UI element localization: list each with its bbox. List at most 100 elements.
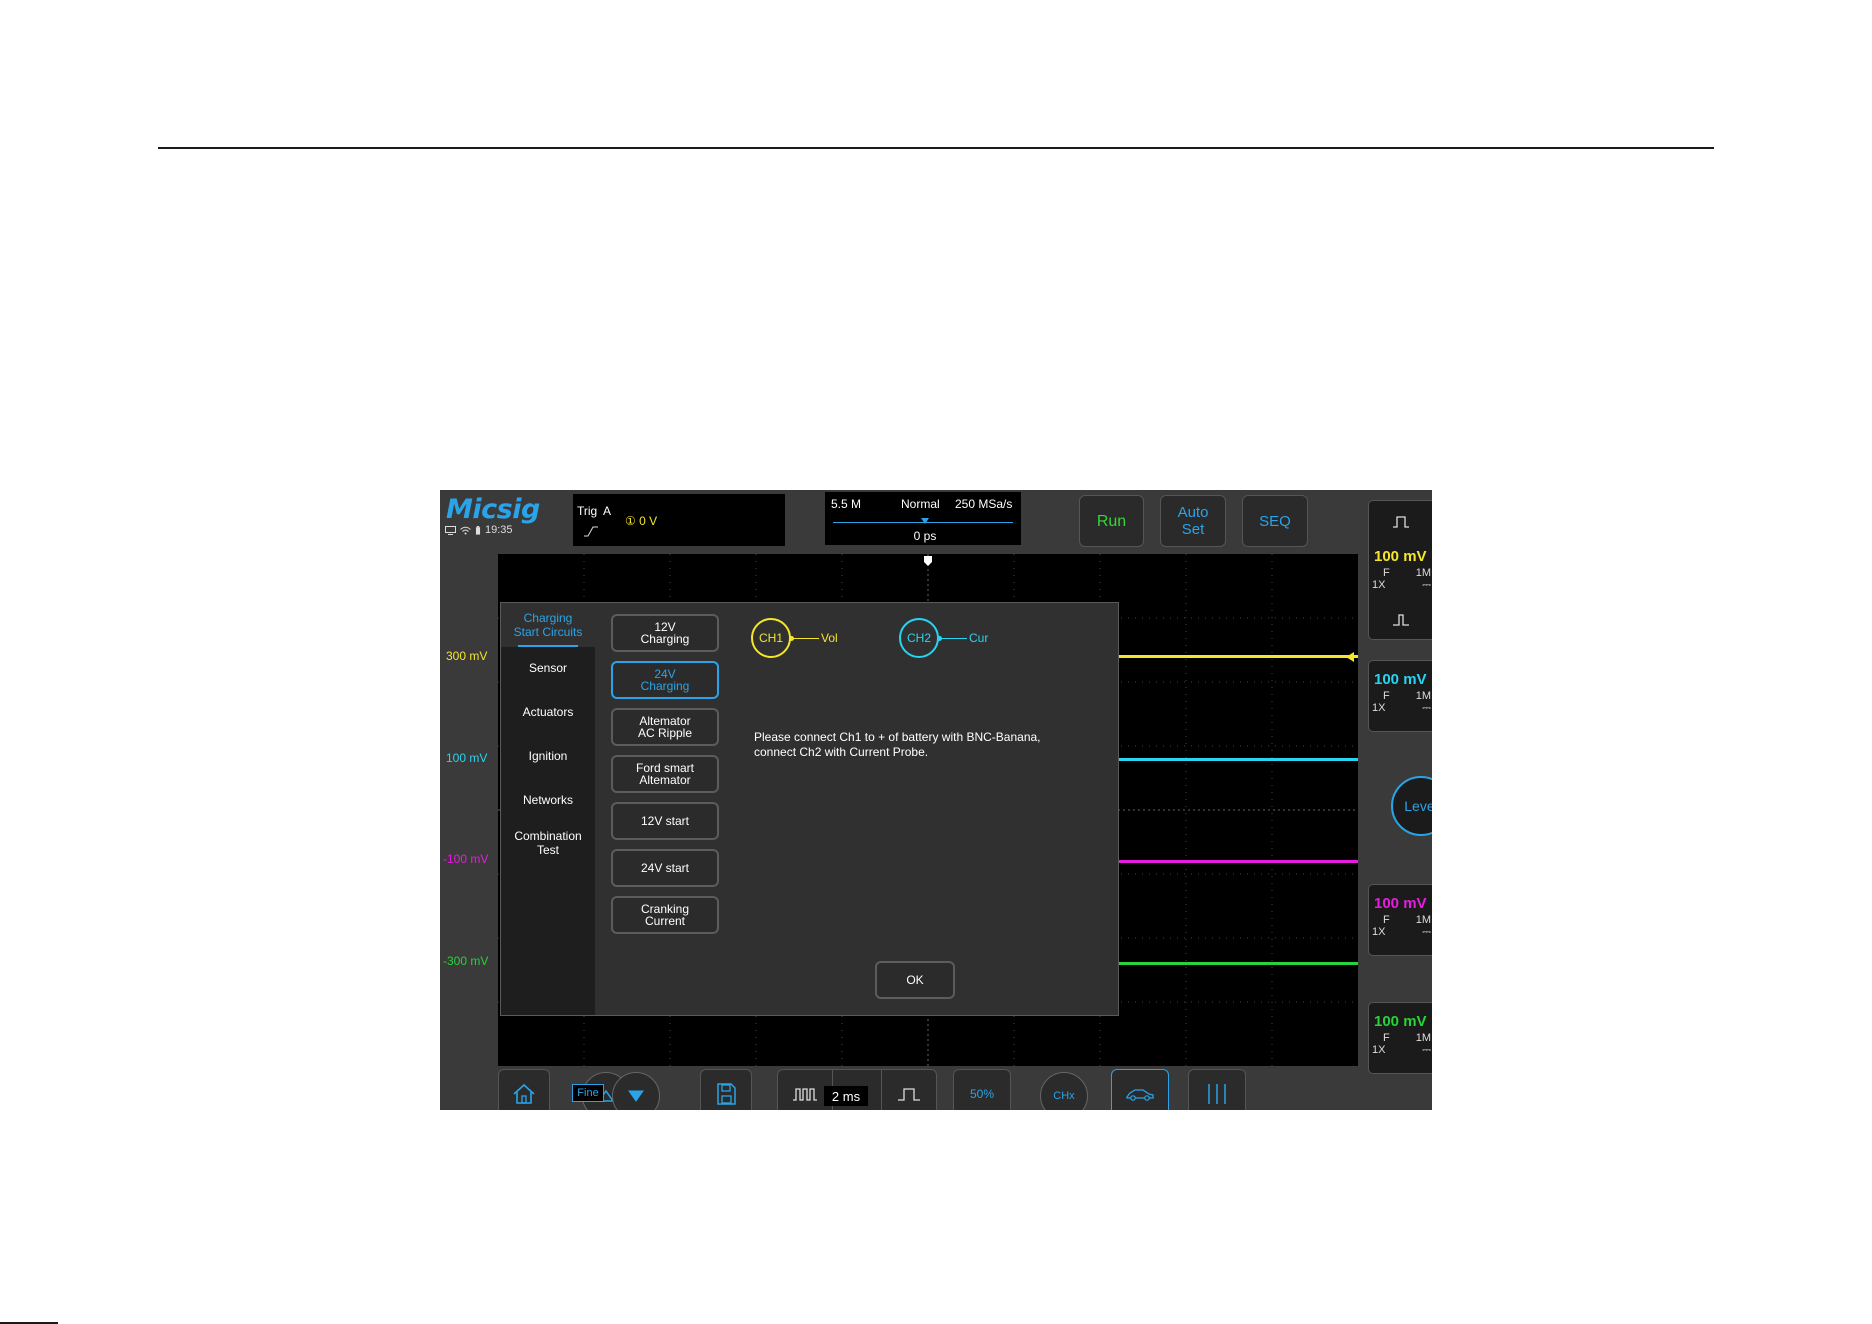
ch2-volt-div: 100 mV bbox=[1374, 671, 1427, 688]
channel-select-button[interactable]: CHx bbox=[1040, 1072, 1088, 1110]
ch2-connection-label: Cur bbox=[969, 631, 989, 645]
ch1-coupling: F bbox=[1383, 567, 1390, 579]
ch1-trace bbox=[1108, 655, 1358, 658]
menu-active-line1: Charging bbox=[523, 611, 573, 625]
ch3-scale-label: -100 mV bbox=[443, 852, 489, 866]
trigger-level-arrow[interactable] bbox=[1346, 652, 1354, 662]
trigger-channel: A bbox=[603, 504, 612, 518]
ch4-trace bbox=[1108, 962, 1358, 965]
compress-pulse-icon bbox=[793, 1088, 817, 1101]
combination-line2: Test bbox=[536, 843, 559, 857]
menu-active-underline bbox=[518, 645, 578, 647]
oscilloscope-screen: Micsig 19:35 Trig A ① 0 V 5.5 M Normal 2… bbox=[440, 490, 1432, 1110]
seq-button[interactable]: SEQ bbox=[1242, 495, 1308, 547]
run-button[interactable]: Run bbox=[1079, 495, 1144, 547]
test-12v-charging-button[interactable]: 12V Charging bbox=[611, 614, 719, 652]
chx-label: CHx bbox=[1053, 1090, 1075, 1102]
triangle-down-icon bbox=[628, 1090, 644, 1102]
combination-line1: Combination bbox=[514, 829, 582, 843]
ch3-impedance: 1M bbox=[1415, 914, 1431, 926]
ch4-dc-icon: ⎓ bbox=[1422, 1044, 1431, 1056]
ch1-volt-div: 100 mV bbox=[1374, 548, 1427, 565]
expand-pulse-icon bbox=[898, 1088, 920, 1101]
test-alternator-ac-ripple-button[interactable]: Altemator AC Ripple bbox=[611, 708, 719, 746]
monitor-icon bbox=[445, 525, 456, 535]
save-icon bbox=[717, 1083, 736, 1105]
car-icon bbox=[1126, 1089, 1154, 1101]
ch4-impedance: 1M bbox=[1415, 1032, 1431, 1044]
wifi-icon bbox=[460, 526, 471, 534]
ok-button[interactable]: OK bbox=[875, 961, 955, 999]
status-bar: 19:35 bbox=[445, 524, 513, 536]
test-category-menu: Charging Start Circuits Sensor Actuators… bbox=[501, 603, 595, 1015]
ch4-coupling: F bbox=[1383, 1032, 1390, 1044]
ch4-settings-card[interactable]: 100 mV F 1M 1X ⎓ bbox=[1368, 1002, 1432, 1074]
memory-depth: 5.5 M bbox=[831, 497, 862, 511]
test-12v-start-button[interactable]: 12V start bbox=[611, 802, 719, 840]
pulse-narrow-icon bbox=[1393, 614, 1409, 626]
menu-active-line2: Start Circuits bbox=[513, 625, 583, 639]
fifty-percent-button[interactable]: 50% bbox=[953, 1069, 1011, 1110]
ch2-settings-card[interactable]: 100 mV F 1M 1X ⎓ bbox=[1368, 660, 1432, 732]
ch2-dc-icon: ⎓ bbox=[1422, 702, 1431, 714]
menu-item-combination-test[interactable]: Combination Test bbox=[501, 829, 595, 857]
auto-set-button[interactable]: Auto Set bbox=[1160, 495, 1226, 547]
ch2-trace bbox=[1108, 758, 1358, 761]
connection-instructions: Please connect Ch1 to + of battery with … bbox=[754, 730, 1094, 760]
cursor-lines-icon bbox=[1208, 1084, 1226, 1104]
test-ford-smart-alternator-button[interactable]: Ford smart Altemator bbox=[611, 755, 719, 793]
ch1-settings-card[interactable]: 100 mV F 1M 1X ⎓ bbox=[1368, 500, 1432, 640]
btn1-line2: Charging bbox=[640, 632, 690, 646]
ch3-volt-div: 100 mV bbox=[1374, 895, 1427, 912]
ch2-impedance: 1M bbox=[1415, 690, 1431, 702]
automotive-test-dialog: Charging Start Circuits Sensor Actuators… bbox=[500, 602, 1119, 1016]
ch1-connection-circle: CH1 bbox=[751, 618, 791, 658]
btn7-line2: Current bbox=[644, 914, 685, 928]
menu-item-charging-start-circuits[interactable]: Charging Start Circuits bbox=[501, 603, 595, 647]
menu-item-actuators[interactable]: Actuators bbox=[501, 705, 595, 719]
cursor-menu-button[interactable] bbox=[1188, 1069, 1246, 1110]
ch3-coupling: F bbox=[1383, 914, 1390, 926]
home-button[interactable] bbox=[498, 1069, 550, 1110]
clock-time: 19:35 bbox=[485, 524, 513, 536]
ch3-dc-icon: ⎓ bbox=[1422, 926, 1431, 938]
ch2-coupling: F bbox=[1383, 690, 1390, 702]
save-button[interactable] bbox=[700, 1069, 752, 1110]
ch1-impedance: 1M bbox=[1415, 567, 1431, 579]
battery-icon bbox=[475, 525, 481, 535]
menu-item-sensor[interactable]: Sensor bbox=[501, 661, 595, 675]
ch2-connector-line bbox=[941, 638, 967, 639]
automotive-button[interactable] bbox=[1111, 1069, 1169, 1110]
ch1-connector-line bbox=[793, 638, 819, 639]
time-offset: 0 ps bbox=[913, 529, 937, 543]
sample-rate: 250 MSa/s bbox=[955, 497, 1013, 511]
ch3-probe: 1X bbox=[1372, 926, 1386, 938]
menu-item-ignition[interactable]: Ignition bbox=[501, 749, 595, 763]
ch4-volt-div: 100 mV bbox=[1374, 1013, 1427, 1030]
acquisition-mode: Normal bbox=[901, 497, 940, 511]
trigger-info-panel[interactable]: Trig A ① 0 V bbox=[573, 494, 785, 546]
test-24v-charging-button[interactable]: 24V Charging bbox=[611, 661, 719, 699]
auto-set-label-line2: Set bbox=[1181, 521, 1205, 538]
ch2-connection-circle: CH2 bbox=[899, 618, 939, 658]
auto-set-label-line1: Auto bbox=[1177, 504, 1209, 521]
timebase-position-marker bbox=[921, 518, 929, 524]
ch1-dc-icon: ⎓ bbox=[1422, 579, 1431, 591]
trigger-level-value: ① 0 V bbox=[625, 514, 658, 528]
vertical-down-button[interactable] bbox=[612, 1072, 660, 1110]
menu-item-networks[interactable]: Networks bbox=[501, 793, 595, 807]
test-cranking-current-button[interactable]: Cranking Current bbox=[611, 896, 719, 934]
rising-edge-icon bbox=[584, 526, 598, 537]
ch4-probe: 1X bbox=[1372, 1044, 1386, 1056]
ch3-settings-card[interactable]: 100 mV F 1M 1X ⎓ bbox=[1368, 884, 1432, 956]
ch3-trace bbox=[1108, 860, 1358, 863]
ch1-connection-label: Vol bbox=[821, 631, 838, 645]
test-24v-start-button[interactable]: 24V start bbox=[611, 849, 719, 887]
btn4-line2: Altemator bbox=[639, 773, 691, 787]
timebase-increase-button[interactable] bbox=[881, 1070, 936, 1110]
timebase-info-panel[interactable]: 5.5 M Normal 250 MSa/s 0 ps bbox=[825, 492, 1021, 545]
fine-adjust-toggle[interactable]: Fine bbox=[572, 1084, 604, 1102]
ch4-scale-label: -300 mV bbox=[443, 954, 489, 968]
ch2-probe: 1X bbox=[1372, 702, 1386, 714]
level-knob-button[interactable]: Level bbox=[1391, 776, 1432, 836]
